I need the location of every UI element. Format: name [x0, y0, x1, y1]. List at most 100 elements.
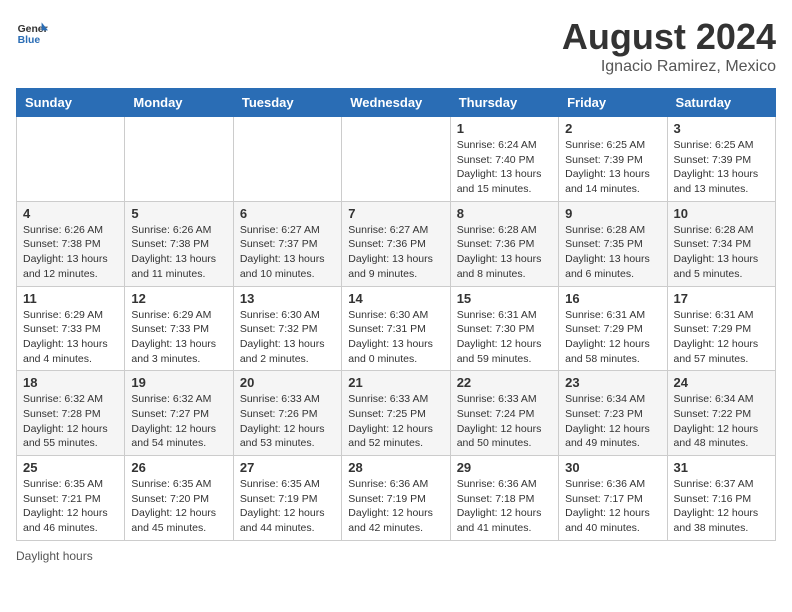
calendar-week-row: 11 Sunrise: 6:29 AM Sunset: 7:33 PM Dayli… [17, 286, 776, 371]
day-info: Sunrise: 6:31 AM Sunset: 7:29 PM Dayligh… [674, 308, 769, 367]
day-info: Sunrise: 6:26 AM Sunset: 7:38 PM Dayligh… [131, 223, 226, 282]
calendar-cell: 23 Sunrise: 6:34 AM Sunset: 7:23 PM Dayli… [559, 371, 667, 456]
calendar-cell: 19Sunrise: 6:32 AM Sunset: 7:27 PM Dayli… [125, 371, 233, 456]
calendar-cell [342, 117, 450, 202]
day-number: 11 [23, 291, 118, 306]
day-info: Sunrise: 6:36 AM Sunset: 7:18 PM Dayligh… [457, 477, 552, 536]
day-info: Sunrise: 6:30 AM Sunset: 7:32 PM Dayligh… [240, 308, 335, 367]
calendar-cell [125, 117, 233, 202]
calendar-cell: 15Sunrise: 6:31 AM Sunset: 7:30 PM Dayli… [450, 286, 558, 371]
calendar-cell: 18 Sunrise: 6:32 AM Sunset: 7:28 PM Dayli… [17, 371, 125, 456]
calendar-cell: 14 Sunrise: 6:30 AM Sunset: 7:31 PM Dayli… [342, 286, 450, 371]
day-number: 25 [23, 460, 118, 475]
day-number: 5 [131, 206, 226, 221]
calendar-cell: 5 Sunrise: 6:26 AM Sunset: 7:38 PM Daylig… [125, 201, 233, 286]
calendar-cell: 9 Sunrise: 6:28 AM Sunset: 7:35 PM Daylig… [559, 201, 667, 286]
day-number: 27 [240, 460, 335, 475]
calendar-header-row: SundayMondayTuesdayWednesdayThursdayFrid… [17, 89, 776, 117]
day-number: 8 [457, 206, 552, 221]
calendar-cell: 21 Sunrise: 6:33 AM Sunset: 7:25 PM Dayli… [342, 371, 450, 456]
day-number: 7 [348, 206, 443, 221]
calendar-cell: 27 Sunrise: 6:35 AM Sunset: 7:19 PM Dayli… [233, 456, 341, 541]
calendar-cell [17, 117, 125, 202]
day-info: Sunrise: 6:32 AM Sunset: 7:28 PM Dayligh… [23, 392, 118, 451]
day-info: Sunrise: 6:33 AM Sunset: 7:26 PM Dayligh… [240, 392, 335, 451]
calendar-cell: 17 Sunrise: 6:31 AM Sunset: 7:29 PM Dayli… [667, 286, 775, 371]
calendar-cell: 1 Sunrise: 6:24 AM Sunset: 7:40 PM Daylig… [450, 117, 558, 202]
day-number: 21 [348, 375, 443, 390]
day-info: Sunrise: 6:33 AM Sunset: 7:24 PM Dayligh… [457, 392, 552, 451]
calendar-day-header: Monday [125, 89, 233, 117]
calendar-cell: 12 Sunrise: 6:29 AM Sunset: 7:33 PM Dayli… [125, 286, 233, 371]
calendar-cell: 29 Sunrise: 6:36 AM Sunset: 7:18 PM Dayli… [450, 456, 558, 541]
calendar-week-row: 4 Sunrise: 6:26 AM Sunset: 7:38 PM Daylig… [17, 201, 776, 286]
day-info: Sunrise: 6:34 AM Sunset: 7:23 PM Dayligh… [565, 392, 660, 451]
day-info: Sunrise: 6:33 AM Sunset: 7:25 PM Dayligh… [348, 392, 443, 451]
calendar-cell: 28 Sunrise: 6:36 AM Sunset: 7:19 PM Dayli… [342, 456, 450, 541]
day-info: Sunrise: 6:34 AM Sunset: 7:22 PM Dayligh… [674, 392, 769, 451]
day-info: Sunrise: 6:37 AM Sunset: 7:16 PM Dayligh… [674, 477, 769, 536]
day-info: Sunrise: 6:25 AM Sunset: 7:39 PM Dayligh… [565, 138, 660, 197]
header: General Blue August 2024 Ignacio Ramirez… [16, 16, 776, 76]
day-info: Sunrise: 6:29 AM Sunset: 7:33 PM Dayligh… [131, 308, 226, 367]
day-number: 18 [23, 375, 118, 390]
calendar-cell: 13 Sunrise: 6:30 AM Sunset: 7:32 PM Dayli… [233, 286, 341, 371]
generalblue-logo-icon: General Blue [16, 16, 48, 48]
calendar-cell: 16 Sunrise: 6:31 AM Sunset: 7:29 PM Dayli… [559, 286, 667, 371]
day-info: Sunrise: 6:29 AM Sunset: 7:33 PM Dayligh… [23, 308, 118, 367]
day-info: Sunrise: 6:35 AM Sunset: 7:19 PM Dayligh… [240, 477, 335, 536]
day-info: Sunrise: 6:36 AM Sunset: 7:19 PM Dayligh… [348, 477, 443, 536]
day-info: Sunrise: 6:28 AM Sunset: 7:34 PM Dayligh… [674, 223, 769, 282]
day-info: Sunrise: 6:27 AM Sunset: 7:37 PM Dayligh… [240, 223, 335, 282]
page-title: August 2024 [562, 16, 776, 58]
day-number: 29 [457, 460, 552, 475]
day-number: 13 [240, 291, 335, 306]
logo: General Blue [16, 16, 48, 48]
day-number: 30 [565, 460, 660, 475]
calendar-cell: 31 Sunrise: 6:37 AM Sunset: 7:16 PM Dayli… [667, 456, 775, 541]
day-number: 20 [240, 375, 335, 390]
day-info: Sunrise: 6:35 AM Sunset: 7:21 PM Dayligh… [23, 477, 118, 536]
day-number: 4 [23, 206, 118, 221]
day-number: 17 [674, 291, 769, 306]
footer-note: Daylight hours [16, 549, 776, 563]
day-number: 26 [131, 460, 226, 475]
day-number: 16 [565, 291, 660, 306]
day-info: Sunrise: 6:31 AM Sunset: 7:29 PM Dayligh… [565, 308, 660, 367]
day-info: Sunrise: 6:24 AM Sunset: 7:40 PM Dayligh… [457, 138, 552, 197]
calendar-day-header: Thursday [450, 89, 558, 117]
day-info: Sunrise: 6:31 AM Sunset: 7:30 PM Dayligh… [457, 308, 552, 367]
day-info: Sunrise: 6:36 AM Sunset: 7:17 PM Dayligh… [565, 477, 660, 536]
day-number: 28 [348, 460, 443, 475]
day-info: Sunrise: 6:30 AM Sunset: 7:31 PM Dayligh… [348, 308, 443, 367]
day-number: 14 [348, 291, 443, 306]
calendar-cell: 7Sunrise: 6:27 AM Sunset: 7:36 PM Daylig… [342, 201, 450, 286]
day-number: 9 [565, 206, 660, 221]
day-info: Sunrise: 6:28 AM Sunset: 7:35 PM Dayligh… [565, 223, 660, 282]
day-info: Sunrise: 6:35 AM Sunset: 7:20 PM Dayligh… [131, 477, 226, 536]
calendar-cell: 4 Sunrise: 6:26 AM Sunset: 7:38 PM Daylig… [17, 201, 125, 286]
calendar-week-row: 18 Sunrise: 6:32 AM Sunset: 7:28 PM Dayli… [17, 371, 776, 456]
calendar-week-row: 1 Sunrise: 6:24 AM Sunset: 7:40 PM Daylig… [17, 117, 776, 202]
calendar-day-header: Wednesday [342, 89, 450, 117]
day-number: 12 [131, 291, 226, 306]
calendar-day-header: Saturday [667, 89, 775, 117]
day-info: Sunrise: 6:32 AM Sunset: 7:27 PM Dayligh… [131, 392, 226, 451]
calendar-cell [233, 117, 341, 202]
day-number: 3 [674, 121, 769, 136]
day-number: 10 [674, 206, 769, 221]
calendar-cell: 25 Sunrise: 6:35 AM Sunset: 7:21 PM Dayli… [17, 456, 125, 541]
day-number: 6 [240, 206, 335, 221]
day-number: 24 [674, 375, 769, 390]
day-number: 23 [565, 375, 660, 390]
day-number: 31 [674, 460, 769, 475]
day-info: Sunrise: 6:26 AM Sunset: 7:38 PM Dayligh… [23, 223, 118, 282]
calendar-cell: 20 Sunrise: 6:33 AM Sunset: 7:26 PM Dayli… [233, 371, 341, 456]
calendar-cell: 11 Sunrise: 6:29 AM Sunset: 7:33 PM Dayli… [17, 286, 125, 371]
page-subtitle: Ignacio Ramirez, Mexico [562, 58, 776, 76]
calendar-table: SundayMondayTuesdayWednesdayThursdayFrid… [16, 88, 776, 541]
day-info: Sunrise: 6:25 AM Sunset: 7:39 PM Dayligh… [674, 138, 769, 197]
day-number: 1 [457, 121, 552, 136]
title-area: August 2024 Ignacio Ramirez, Mexico [562, 16, 776, 76]
svg-text:Blue: Blue [18, 35, 41, 46]
